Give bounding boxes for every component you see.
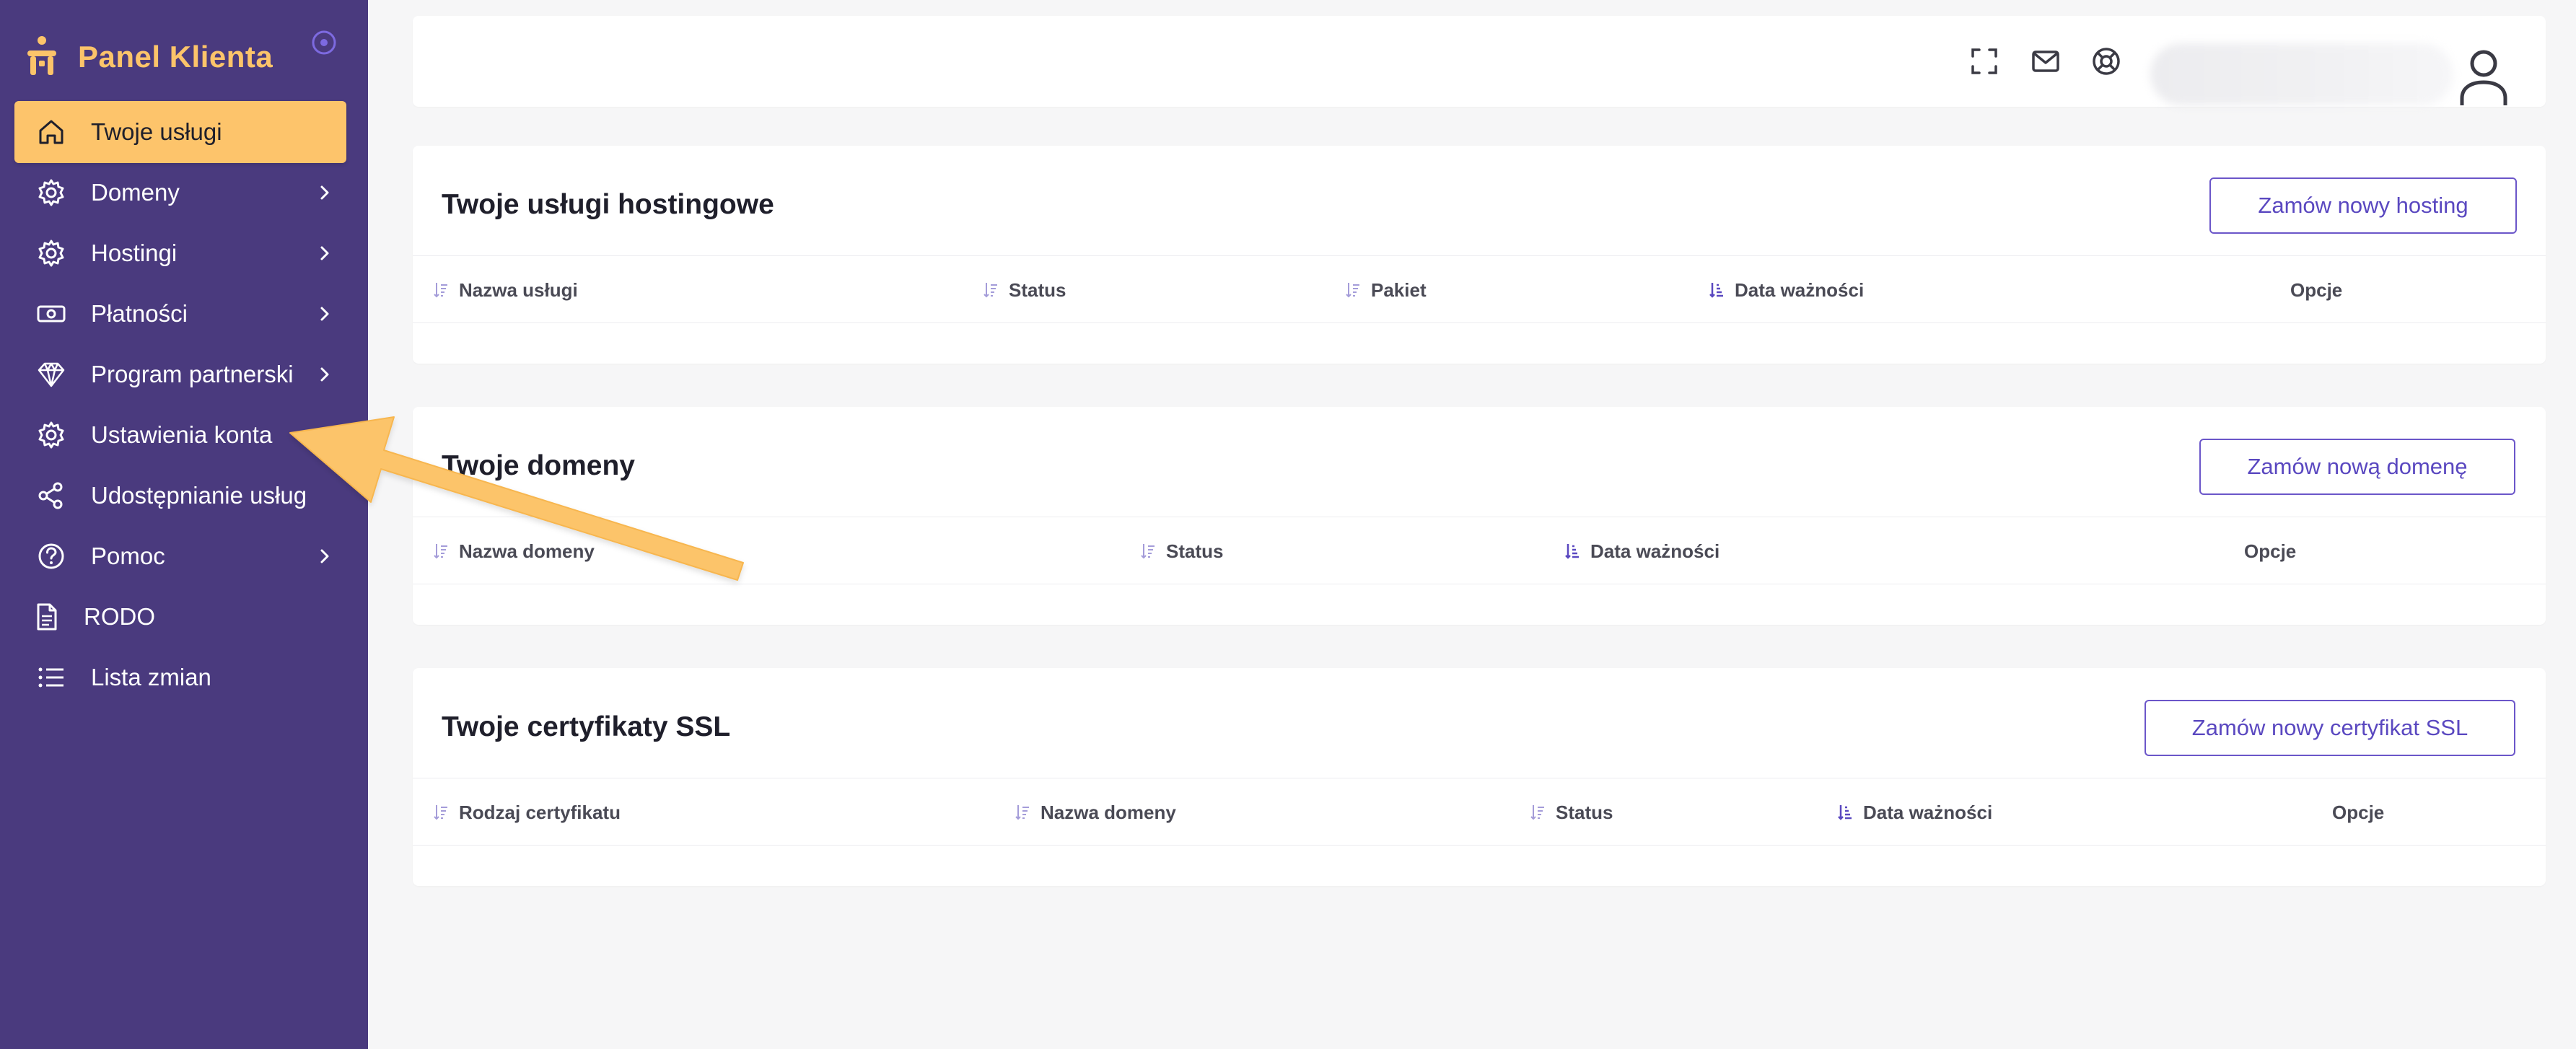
sidebar-item-udostepnianie-uslug[interactable]: Udostępnianie usług	[14, 465, 346, 527]
section-title: Twoje certyfikaty SSL	[442, 711, 731, 742]
diamond-icon	[36, 359, 66, 390]
user-icon[interactable]	[2456, 48, 2511, 107]
column-header-data-waznosci[interactable]: Data ważności	[1564, 517, 1719, 585]
sidebar-pin-icon[interactable]	[310, 29, 338, 56]
sidebar-item-label: Hostingi	[91, 240, 178, 266]
money-icon	[36, 299, 66, 329]
sidebar-item-hostingi[interactable]: Hostingi	[14, 222, 346, 284]
brand[interactable]: Panel Klienta	[25, 32, 273, 82]
column-header-nazwa-uslugi[interactable]: Nazwa usługi	[433, 256, 578, 324]
sidebar-item-program-partnerski[interactable]: Program partnerski	[14, 343, 346, 405]
sidebar-item-label: Domeny	[91, 179, 180, 206]
sidebar-item-platnosci[interactable]: Płatności	[14, 283, 346, 345]
column-header-data-waznosci[interactable]: Data ważności	[1837, 778, 1992, 846]
chevron-right-icon	[320, 185, 329, 200]
list-icon	[36, 662, 66, 693]
chevron-right-icon	[320, 246, 329, 260]
sort-icon	[1015, 805, 1029, 820]
table-header: Rodzaj certyfikatu Nazwa domeny Status D…	[413, 778, 2546, 846]
column-label: Nazwa domeny	[1041, 801, 1176, 823]
column-label: Data ważności	[1863, 801, 1993, 823]
ssl-certificates-card: Twoje certyfikaty SSL Zamów nowy certyfi…	[413, 668, 2546, 886]
column-label: Nazwa usługi	[459, 278, 578, 301]
sidebar-item-label: Udostępnianie usług	[91, 482, 307, 509]
sidebar-item-label: Program partnerski	[91, 361, 294, 387]
sidebar-item-domeny[interactable]: Domeny	[14, 162, 346, 224]
sort-icon	[1141, 544, 1155, 559]
column-label: Pakiet	[1371, 278, 1427, 301]
help-icon	[36, 541, 66, 571]
table-header: Nazwa usługi Status Pakiet Data ważności…	[413, 255, 2546, 323]
gear-icon	[36, 177, 66, 208]
column-label: Status	[1556, 801, 1613, 823]
fullscreen-icon[interactable]	[1968, 45, 2000, 77]
column-header-status[interactable]: Status	[983, 256, 1066, 324]
column-header-data-waznosci[interactable]: Data ważności	[1709, 256, 1864, 324]
section-title: Twoje domeny	[442, 450, 635, 481]
column-label: Nazwa domeny	[459, 540, 595, 562]
sidebar-item-twoje-uslugi[interactable]: Twoje usługi	[14, 101, 346, 163]
column-header-rodzaj-certyfikatu[interactable]: Rodzaj certyfikatu	[433, 778, 621, 846]
sidebar-item-rodo[interactable]: RODO	[14, 586, 346, 648]
chevron-right-icon	[320, 367, 329, 382]
column-header-nazwa-domeny[interactable]: Nazwa domeny	[433, 517, 595, 585]
column-header-opcje: Opcje	[2290, 256, 2342, 324]
column-header-status[interactable]: Status	[1530, 778, 1613, 846]
column-header-status[interactable]: Status	[1140, 517, 1223, 585]
column-label: Opcje	[2244, 540, 2297, 562]
column-label: Status	[1009, 278, 1066, 301]
sidebar-item-label: Ustawienia konta	[91, 421, 273, 448]
hosting-services-card: Twoje usługi hostingowe Zamów nowy hosti…	[413, 146, 2546, 364]
sidebar: Panel Klienta Twoje usługi Domeny Hostin…	[0, 0, 368, 1049]
column-label: Data ważności	[1590, 540, 1720, 562]
column-label: Opcje	[2290, 278, 2343, 301]
column-label: Status	[1166, 540, 1224, 562]
sort-icon	[434, 283, 447, 298]
gear-icon	[36, 420, 66, 450]
sort-active-icon	[1709, 283, 1723, 298]
mail-icon[interactable]	[2030, 45, 2062, 77]
gear-icon	[36, 238, 66, 268]
brand-logo-icon	[27, 36, 56, 75]
top-header	[413, 16, 2546, 107]
share-icon	[36, 480, 66, 511]
sort-active-icon	[1838, 805, 1852, 820]
sidebar-item-label: Płatności	[91, 300, 188, 327]
user-name-blurred[interactable]	[2150, 43, 2453, 105]
column-header-opcje: Opcje	[2332, 778, 2384, 846]
chevron-right-icon	[320, 307, 329, 321]
support-icon[interactable]	[2090, 45, 2122, 77]
home-icon	[36, 117, 66, 147]
brand-title: Panel Klienta	[78, 40, 273, 74]
column-header-nazwa-domeny[interactable]: Nazwa domeny	[1015, 778, 1176, 846]
chevron-right-icon	[320, 549, 329, 563]
column-label: Data ważności	[1735, 278, 1865, 301]
order-domain-button[interactable]: Zamów nową domenę	[2199, 439, 2515, 495]
table-header: Nazwa domeny Status Data ważności Opcje	[413, 517, 2546, 584]
sidebar-item-label: Twoje usługi	[91, 118, 222, 145]
sort-active-icon	[1565, 544, 1579, 559]
sidebar-item-pomoc[interactable]: Pomoc	[14, 525, 346, 587]
column-header-pakiet[interactable]: Pakiet	[1345, 256, 1427, 324]
sidebar-item-label: Pomoc	[91, 543, 165, 569]
column-label: Rodzaj certyfikatu	[459, 801, 621, 823]
sidebar-item-ustawienia-konta[interactable]: Ustawienia konta	[14, 404, 346, 466]
column-label: Opcje	[2332, 801, 2385, 823]
sidebar-item-label: Lista zmian	[91, 664, 211, 690]
order-ssl-button[interactable]: Zamów nowy certyfikat SSL	[2145, 700, 2515, 756]
sidebar-item-lista-zmian[interactable]: Lista zmian	[14, 646, 346, 708]
sort-icon	[434, 544, 447, 559]
section-title: Twoje usługi hostingowe	[442, 189, 774, 220]
domains-card: Twoje domeny Zamów nową domenę Nazwa dom…	[413, 407, 2546, 625]
sidebar-item-label: RODO	[84, 603, 155, 630]
sort-icon	[983, 283, 997, 298]
sort-icon	[1346, 283, 1359, 298]
order-hosting-button[interactable]: Zamów nowy hosting	[2209, 177, 2517, 234]
column-header-opcje: Opcje	[2244, 517, 2296, 585]
sort-icon	[434, 805, 447, 820]
document-icon	[32, 602, 62, 632]
sort-icon	[1530, 805, 1544, 820]
